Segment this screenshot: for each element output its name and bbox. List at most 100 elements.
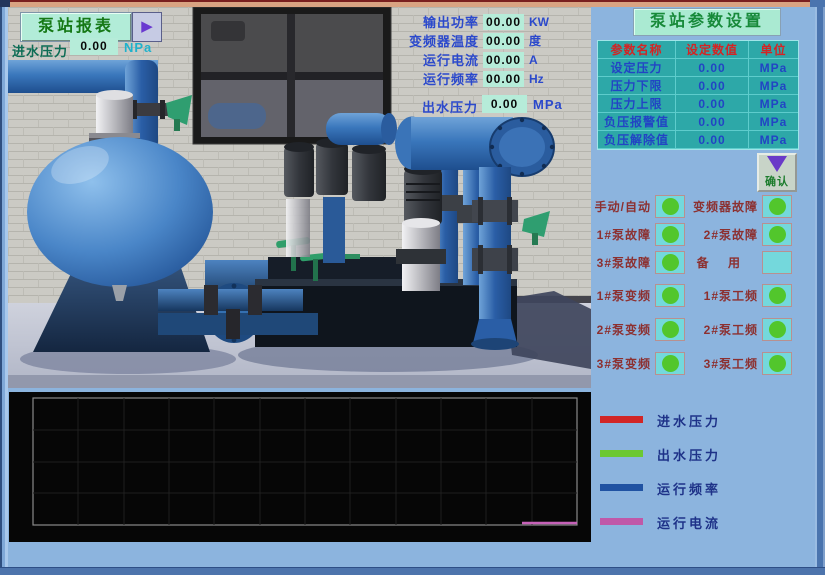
- param-value[interactable]: 0.00: [676, 113, 749, 131]
- legend-swatch-outlet-pressure: [600, 450, 643, 457]
- param-name: 设定压力: [598, 59, 676, 77]
- window-top-edge: [0, 0, 825, 7]
- metric-label: 输出功率: [400, 12, 479, 31]
- lamp-icon: [662, 198, 679, 215]
- window-bottom-border: [0, 567, 825, 577]
- indicator-lamp-pump2-vfd: [655, 318, 685, 341]
- param-name: 压力上限: [598, 95, 676, 113]
- param-name: 负压解除值: [598, 131, 676, 149]
- indicator-lamp-vfd-fault: [762, 195, 792, 218]
- legend-label-inlet-pressure: 进水压力: [657, 411, 721, 430]
- indicator-label-pump2-line: 2#泵工频: [684, 321, 758, 338]
- legend-label-outlet-pressure: 出水压力: [657, 445, 721, 464]
- indicator-lamp-manual-auto: [655, 195, 685, 218]
- confirm-button[interactable]: 确认: [757, 153, 797, 192]
- trend-chart: [9, 392, 591, 542]
- discharge-manifold: [395, 117, 554, 177]
- metric-label: 运行频率: [400, 69, 479, 88]
- indicator-lamp-pump3-line: [762, 352, 792, 375]
- indicator-label-vfd-fault: 变频器故障: [684, 198, 758, 215]
- col-header-unit: 单位: [749, 41, 798, 59]
- metric-unit: 度: [529, 32, 541, 49]
- metric-unit: A: [529, 53, 538, 67]
- param-unit: MPa: [749, 95, 798, 113]
- param-name: 负压报警值: [598, 113, 676, 131]
- pump-station-hmi-screen: 泵站报表 ▶ 进水压力 0.00 NPa 输出功率 00.00 KW 变频器温度…: [0, 0, 825, 577]
- indicator-lamp-pump3-fault: [655, 251, 685, 274]
- inlet-pressure-unit: NPa: [124, 40, 152, 55]
- metric-unit: KW: [529, 15, 549, 29]
- window-left-border: [0, 7, 8, 570]
- indicator-label-pump1-line: 1#泵工频: [684, 287, 758, 304]
- outlet-pressure-label: 出水压力: [400, 97, 478, 116]
- outlet-pressure-unit: MPa: [533, 97, 563, 112]
- settings-panel-title: 泵站参数设置: [633, 8, 781, 36]
- lamp-icon: [662, 254, 679, 271]
- metric-row: 运行电流 00.00 A: [400, 50, 560, 69]
- indicator-label-pump2-vfd: 2#泵变频: [589, 321, 651, 338]
- legend-swatch-inlet-pressure: [600, 416, 643, 423]
- indicator-label-pump1-vfd: 1#泵变频: [589, 287, 651, 304]
- report-arrow-button[interactable]: ▶: [132, 12, 162, 42]
- indicator-label-manual-auto: 手动/自动: [589, 198, 651, 215]
- indicator-lamp-pump2-line: [762, 318, 792, 341]
- lamp-icon: [769, 198, 786, 215]
- param-value[interactable]: 0.00: [676, 95, 749, 113]
- metric-row: 运行频率 00.00 Hz: [400, 69, 560, 88]
- play-arrow-icon: ▶: [141, 18, 153, 35]
- lamp-icon: [662, 287, 679, 304]
- window-right-border: [815, 7, 825, 570]
- lamp-icon: [769, 321, 786, 338]
- legend-swatch-run-frequency: [600, 484, 643, 491]
- param-value[interactable]: 0.00: [676, 131, 749, 149]
- col-header-name: 参数名称: [598, 41, 676, 59]
- indicator-label-pump3-fault: 3#泵故障: [589, 254, 651, 271]
- indicator-lamp-pump3-vfd: [655, 352, 685, 375]
- indicator-label-pump1-fault: 1#泵故障: [589, 226, 651, 243]
- metrics-block: 输出功率 00.00 KW 变频器温度 00.00 度 运行电流 00.00 A…: [400, 12, 560, 88]
- metric-label: 运行电流: [400, 50, 479, 69]
- indicator-lamp-pump1-line: [762, 284, 792, 307]
- param-name: 压力下限: [598, 77, 676, 95]
- param-value[interactable]: 0.00: [676, 59, 749, 77]
- indicator-label-spare: 备 用: [684, 254, 748, 271]
- tank-top-steel-cylinder: [89, 90, 140, 142]
- indicator-label-pump3-line: 3#泵工频: [684, 355, 758, 372]
- inlet-pressure-label: 进水压力: [12, 41, 70, 60]
- settings-table: 参数名称 设定数值 单位 设定压力 0.00 MPa 压力下限 0.00 MPa…: [597, 40, 799, 150]
- pressure-tank: [27, 137, 213, 287]
- col-header-value: 设定数值: [676, 41, 749, 59]
- lamp-icon: [769, 226, 786, 243]
- metric-value: 00.00: [483, 71, 524, 87]
- metric-value: 00.00: [483, 14, 524, 30]
- param-unit: MPa: [749, 59, 798, 77]
- window-top-right-corner: [810, 0, 825, 7]
- metric-row: 输出功率 00.00 KW: [400, 12, 560, 31]
- indicator-lamp-pump1-vfd: [655, 284, 685, 307]
- param-unit: MPa: [749, 113, 798, 131]
- indicator-label-pump2-fault: 2#泵故障: [684, 226, 758, 243]
- outlet-pressure-value: 0.00: [482, 95, 527, 113]
- lamp-icon: [769, 355, 786, 372]
- inlet-pressure-value: 0.00: [70, 38, 118, 55]
- lamp-icon: [662, 226, 679, 243]
- trend-chart-grid: [9, 392, 591, 542]
- metric-value: 00.00: [483, 33, 524, 49]
- legend-label-run-frequency: 运行频率: [657, 479, 721, 498]
- metric-row: 变频器温度 00.00 度: [400, 31, 560, 50]
- param-value[interactable]: 0.00: [676, 77, 749, 95]
- metric-unit: Hz: [529, 72, 544, 86]
- legend-label-run-current: 运行电流: [657, 513, 721, 532]
- lamp-icon: [769, 287, 786, 304]
- metric-label: 变频器温度: [400, 31, 479, 50]
- legend-swatch-run-current: [600, 518, 643, 525]
- confirm-arrow-icon: [767, 156, 787, 172]
- indicator-label-pump3-vfd: 3#泵变频: [589, 355, 651, 372]
- lamp-icon: [662, 321, 679, 338]
- indicator-lamp-pump1-fault: [655, 223, 685, 246]
- param-unit: MPa: [749, 131, 798, 149]
- indicator-lamp-pump2-fault: [762, 223, 792, 246]
- lamp-icon: [662, 355, 679, 372]
- metric-value: 00.00: [483, 52, 524, 68]
- window-top-left-corner: [0, 0, 10, 7]
